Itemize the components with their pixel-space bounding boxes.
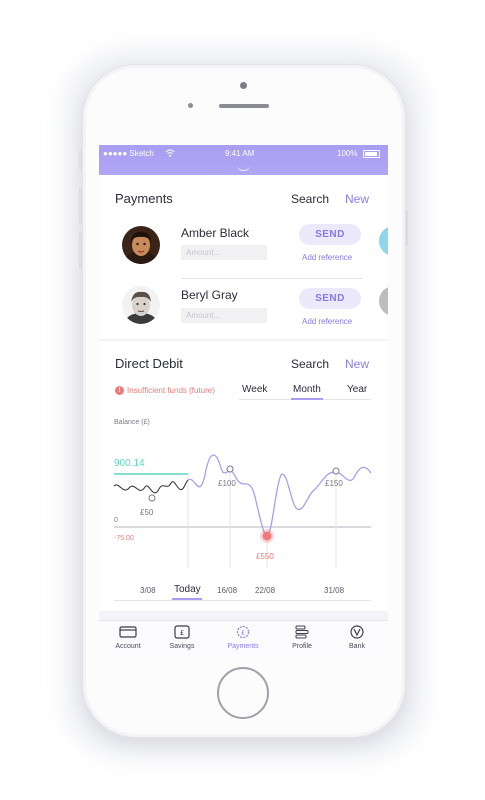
tab-label: Savings	[169, 643, 195, 650]
payments-title: Payments	[115, 191, 173, 206]
contact-name: Beryl Gray	[181, 288, 238, 302]
front-camera	[188, 103, 193, 108]
app-screen: ●●●●● Sketch 9:41 AM 100% Payments Searc…	[99, 145, 388, 657]
forecast-line	[187, 454, 372, 537]
card-icon	[119, 626, 137, 638]
tab-week[interactable]: Week	[242, 384, 267, 395]
pound-wallet-icon: £	[174, 625, 190, 639]
amount-input[interactable]: Amount...	[181, 308, 267, 323]
next-contact-peek[interactable]	[379, 286, 388, 316]
point-50[interactable]	[148, 494, 156, 502]
x-tick-today[interactable]: Today	[174, 584, 201, 595]
active-tab-indicator	[291, 398, 323, 400]
mute-switch	[79, 150, 82, 170]
tab-bar: Account £ Savings £ Payments Profile Ban…	[99, 620, 388, 657]
current-balance-label: 900.14	[114, 458, 145, 469]
status-time: 9:41 AM	[225, 149, 255, 158]
tab-label: Payments	[227, 643, 259, 650]
annotation-150: £150	[325, 479, 343, 488]
tab-year[interactable]: Year	[347, 384, 367, 395]
date-axis-line	[114, 600, 371, 601]
min-label: -75.00	[114, 535, 134, 542]
svg-text:£: £	[180, 629, 184, 637]
tab-label: Account	[115, 643, 141, 650]
wifi-icon	[165, 149, 175, 157]
x-tick: 22/08	[255, 586, 276, 595]
payments-search-link[interactable]: Search	[291, 192, 329, 206]
speaker	[219, 104, 269, 108]
power-button	[405, 210, 408, 246]
annotation-100: £100	[218, 479, 236, 488]
camera	[240, 82, 247, 89]
tab-label: Bank	[349, 643, 365, 650]
history-line	[113, 479, 189, 494]
tab-bank[interactable]: Bank	[332, 621, 382, 657]
add-reference-link[interactable]: Add reference	[302, 253, 352, 262]
tab-payments[interactable]: £ Payments	[218, 621, 268, 657]
battery-label: 100%	[337, 149, 358, 158]
point-550[interactable]	[262, 531, 272, 541]
tab-profile[interactable]: Profile	[277, 621, 327, 657]
tab-account[interactable]: Account	[103, 621, 153, 657]
amount-input[interactable]: Amount...	[181, 245, 267, 260]
home-button[interactable]	[217, 667, 269, 719]
volume-down-button	[79, 233, 82, 269]
row-divider	[181, 278, 363, 279]
direct-debit-card: Direct Debit Search New ! Insufficient f…	[99, 341, 388, 611]
annotation-50: £50	[140, 508, 154, 517]
status-bar: ●●●●● Sketch 9:41 AM 100%	[99, 145, 388, 175]
svg-text:£: £	[241, 629, 245, 637]
contact-name: Amber Black	[181, 226, 250, 240]
bank-logo-icon	[350, 625, 364, 639]
direct-debit-new-link[interactable]: New	[345, 357, 369, 371]
warning-icon: !	[115, 386, 124, 395]
tab-month[interactable]: Month	[293, 384, 321, 395]
insufficient-funds-alert[interactable]: Insufficient funds (future)	[127, 386, 224, 395]
y-axis-label: Balance (£)	[114, 419, 150, 426]
zero-label: 0	[114, 517, 118, 524]
add-reference-link[interactable]: Add reference	[302, 317, 352, 326]
payments-new-link[interactable]: New	[345, 192, 369, 206]
x-tick: 16/08	[217, 586, 238, 595]
carrier-label: ●●●●● Sketch	[103, 149, 154, 158]
x-tick: 3/08	[140, 586, 156, 595]
point-150[interactable]	[332, 467, 340, 475]
annotation-550: £550	[256, 552, 274, 561]
avatar[interactable]	[122, 226, 160, 264]
profile-icon	[295, 625, 309, 639]
avatar[interactable]	[122, 286, 160, 324]
next-contact-peek[interactable]	[379, 226, 388, 256]
tab-savings[interactable]: £ Savings	[157, 621, 207, 657]
battery-icon	[363, 150, 380, 158]
send-button[interactable]: SEND	[299, 224, 361, 245]
point-100[interactable]	[226, 465, 234, 473]
volume-up-button	[79, 188, 82, 224]
payments-card: Payments Search New Amber Black Amount..…	[99, 175, 388, 339]
pound-transfer-icon: £	[236, 625, 250, 639]
direct-debit-title: Direct Debit	[115, 356, 183, 371]
send-button[interactable]: SEND	[299, 288, 361, 309]
pull-down-handle[interactable]	[237, 165, 250, 171]
tab-label: Profile	[292, 643, 312, 650]
x-tick: 31/08	[324, 586, 345, 595]
direct-debit-search-link[interactable]: Search	[291, 357, 329, 371]
